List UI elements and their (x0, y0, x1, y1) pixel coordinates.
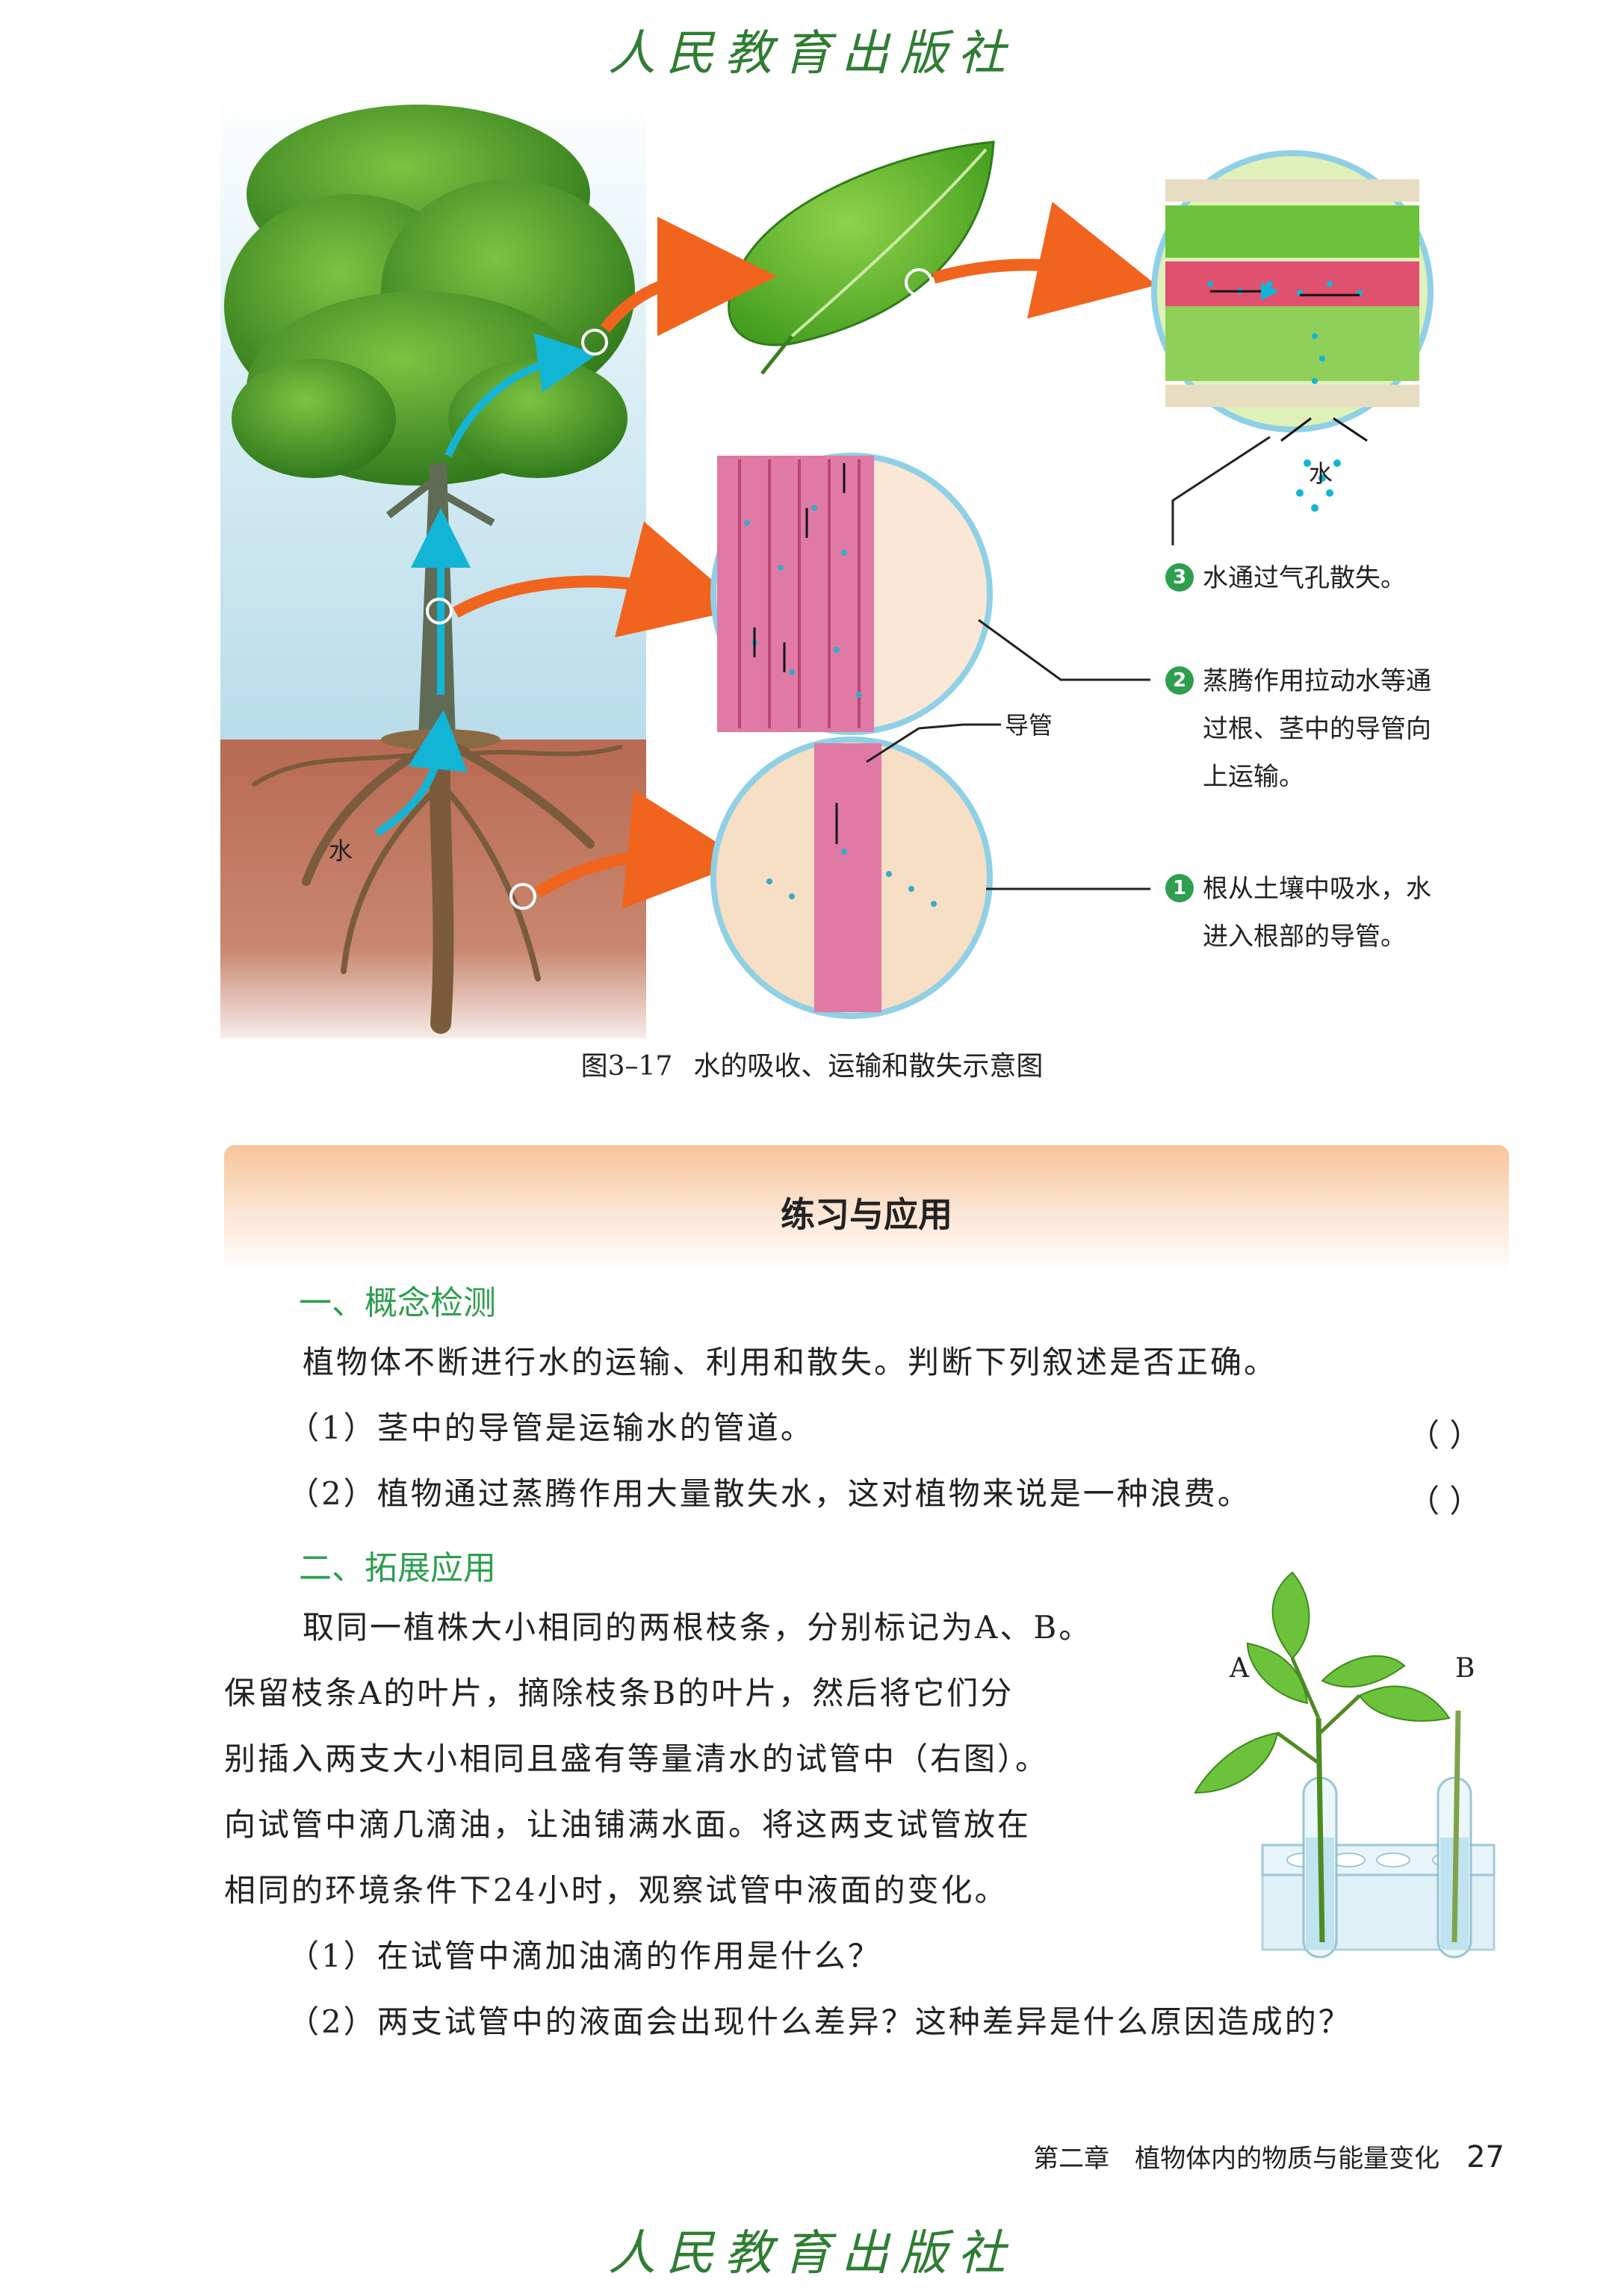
callout-number: 1 (1165, 874, 1194, 902)
test-tube-illustration: A B (1194, 1571, 1496, 1959)
leaf-section-magnified (1151, 150, 1434, 512)
callout-2: 2 蒸腾作用拉动水等通 过根、茎中的导管向 上运输。 (1165, 657, 1431, 801)
paragraph-line: 取同一植株大小相同的两根枝条，分别标记为A、B。 (303, 1609, 1093, 1646)
chapter-title: 第二章 植物体内的物质与能量变化 (1033, 2144, 1440, 2174)
callout-line: 上运输。 (1203, 762, 1304, 792)
answer-blank-2[interactable]: （ ） (1408, 1476, 1481, 1522)
judgement-item-2: （2）植物通过蒸腾作用大量散失水，这对植物来说是一种浪费。 (288, 1475, 1251, 1512)
section-heading-concept-check: 一、概念检测 (299, 1284, 496, 1322)
callout-line: 过根、茎中的导管向 (1203, 714, 1431, 744)
answer-blank-1[interactable]: （ ） (1408, 1410, 1481, 1456)
question-1: （1）在试管中滴加油滴的作用是什么？ (288, 1938, 881, 1974)
root-section-magnified (710, 737, 993, 1019)
stem-section-magnified (710, 453, 993, 735)
water-label-soil: 水 (329, 837, 353, 865)
callout-1: 1 根从土壤中吸水，水 进入根部的导管。 (1165, 865, 1431, 961)
caption-number: 图3–17 (580, 1051, 673, 1082)
paragraph-line: 向试管中滴几滴油，让油铺满水面。将这两支试管放在 (224, 1806, 1032, 1843)
section-heading-extended-application: 二、拓展应用 (299, 1549, 496, 1587)
judgement-item-1: （1）茎中的导管是运输水的管道。 (288, 1410, 814, 1446)
exercise-title: 练习与应用 (781, 1194, 952, 1235)
water-label-stoma: 水 (1309, 459, 1333, 488)
question-2: （2）两支试管中的液面会出现什么差异？这种差异是什么原因造成的？ (288, 2003, 1352, 2040)
paragraph-line: 保留枝条A的叶片，摘除枝条B的叶片，然后将它们分 (224, 1675, 1014, 1711)
experiment-paragraph: 取同一植株大小相同的两根枝条，分别标记为A、B。 保留枝条A的叶片，摘除枝条B的… (224, 1595, 1180, 1923)
section1-intro: 植物体不断进行水的运输、利用和散失。判断下列叙述是否正确。 (303, 1344, 1278, 1380)
tree-panel (220, 90, 646, 1038)
publisher-footer: 人民教育出版社 (608, 2226, 1016, 2281)
callout-3: 3 水通过气孔散失。 (1165, 554, 1406, 602)
page-footer: 第二章 植物体内的物质与能量变化 27 (1033, 2138, 1504, 2174)
figure-caption: 图3–17 水的吸收、运输和散失示意图 (0, 1044, 1624, 1083)
vessel-label: 导管 (1005, 711, 1053, 740)
tube-label-a: A (1229, 1653, 1250, 1684)
callout-line: 根从土壤中吸水，水 (1203, 874, 1431, 904)
paragraph-line: 别插入两支大小相同且盛有等量清水的试管中（右图）。 (224, 1740, 1050, 1777)
caption-text: 水的吸收、运输和散失示意图 (693, 1051, 1044, 1082)
page-number: 27 (1466, 2140, 1504, 2174)
callout-line: 蒸腾作用拉动水等通 (1203, 666, 1431, 696)
paragraph-line: 相同的环境条件下24小时，观察试管中液面的变化。 (224, 1872, 1008, 1909)
callout-line: 进入根部的导管。 (1203, 922, 1406, 952)
callout-number: 2 (1165, 666, 1194, 695)
leaf-illustration (728, 140, 995, 375)
callout-line: 水通过气孔散失。 (1203, 563, 1406, 593)
tube-label-b: B (1455, 1653, 1475, 1684)
callout-number: 3 (1165, 563, 1194, 592)
